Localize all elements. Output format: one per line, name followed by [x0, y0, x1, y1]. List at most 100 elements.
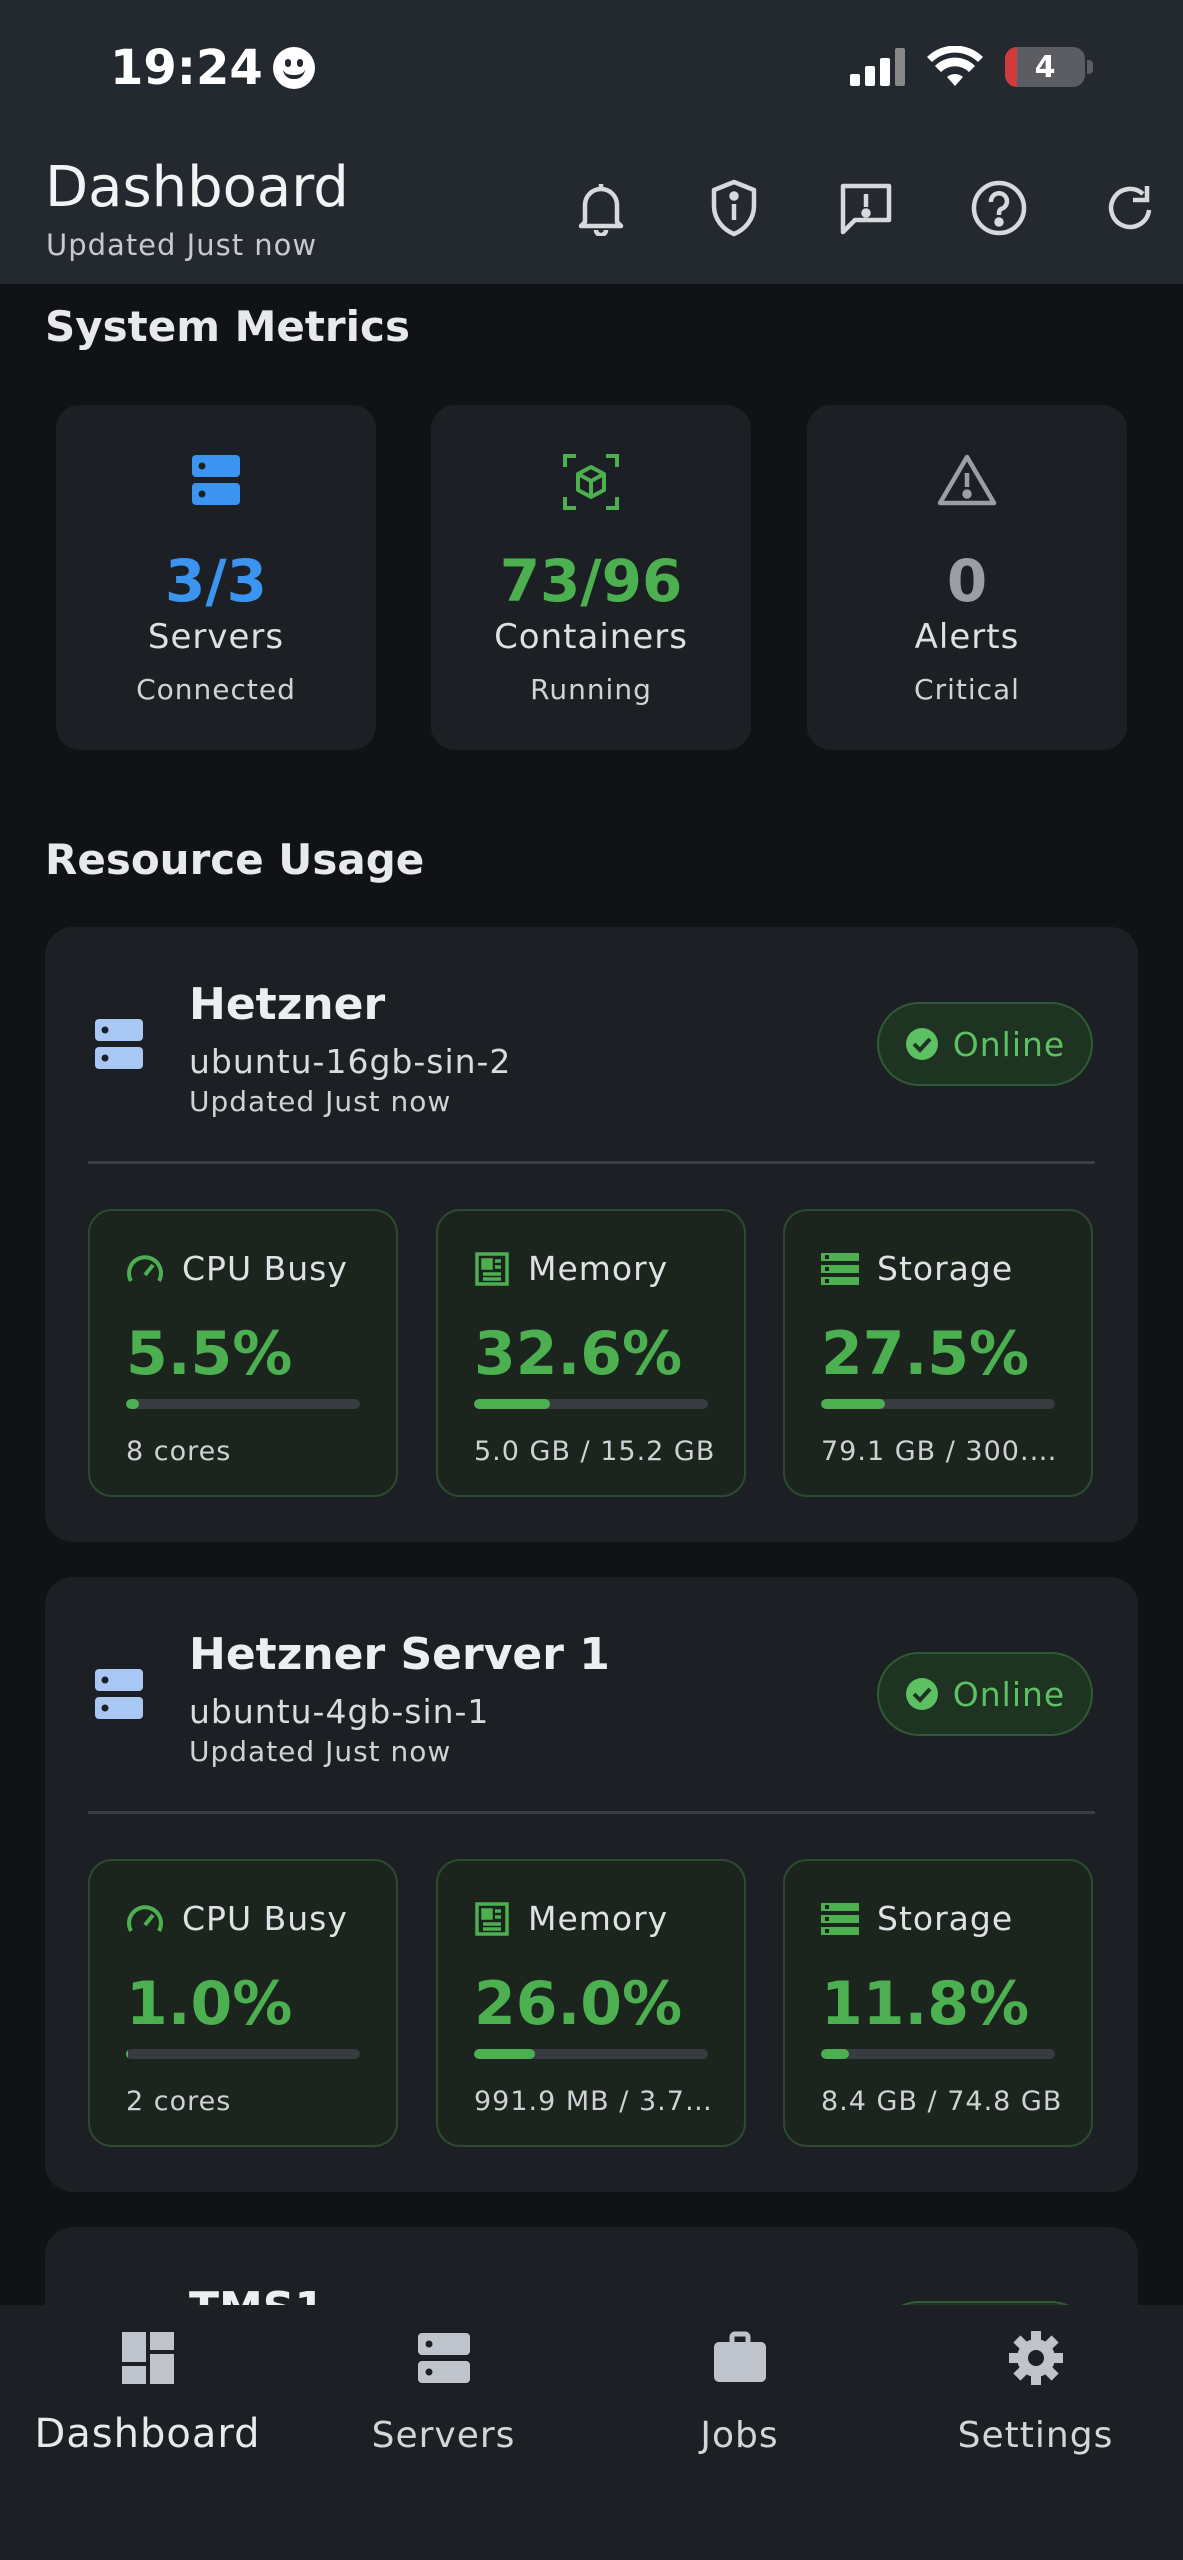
progress-fill — [474, 1399, 551, 1409]
page-title: Dashboard — [45, 155, 349, 220]
app-header: 19:24 4 Dashboard Updated Just now — [0, 0, 1183, 284]
containers-metric-card[interactable]: 73/96 Containers Running — [431, 405, 751, 750]
server-icon — [296, 2330, 591, 2386]
servers-metric-card[interactable]: 3/3 Servers Connected — [56, 405, 376, 750]
nav-label: Jobs — [700, 2415, 779, 2456]
cpu-stat: CPU Busy 1.0% 2 cores — [88, 1859, 398, 2147]
nav-jobs[interactable]: Jobs — [592, 2305, 887, 2560]
progress-bar — [474, 2049, 708, 2059]
nav-settings[interactable]: Settings — [888, 2305, 1183, 2560]
clock: 19:24 — [110, 40, 263, 96]
progress-fill — [821, 2049, 849, 2059]
containers-label: Containers — [494, 617, 688, 657]
stat-detail: 2 cores — [126, 2086, 232, 2117]
progress-bar — [126, 2049, 360, 2059]
stat-value: 32.6% — [474, 1319, 683, 1389]
progress-bar — [821, 2049, 1055, 2059]
nav-servers[interactable]: Servers — [296, 2305, 591, 2560]
refresh-icon[interactable] — [1093, 170, 1169, 246]
status-bar-time: 19:24 — [110, 40, 315, 96]
divider — [88, 1161, 1095, 1164]
storage-icon — [821, 1902, 859, 1935]
memory-icon — [475, 1901, 509, 1936]
stat-label: CPU Busy — [182, 1899, 348, 1938]
status-text: Online — [952, 1674, 1066, 1714]
stat-detail: 8 cores — [126, 1436, 232, 1467]
speedometer-icon — [127, 1254, 163, 1282]
progress-fill — [474, 2049, 535, 2059]
alerts-count: 0 — [946, 547, 988, 615]
battery-cap — [1087, 60, 1093, 74]
stat-label: Memory — [528, 1249, 669, 1288]
progress-bar — [474, 1399, 708, 1409]
server-card-hetzner[interactable]: Hetzner ubuntu-16gb-sin-2 Updated Just n… — [45, 927, 1138, 1542]
status-badge: Online — [877, 1002, 1093, 1086]
check-circle-icon — [905, 1678, 938, 1710]
bell-icon[interactable] — [563, 170, 639, 246]
stat-label: Memory — [528, 1899, 669, 1938]
container-icon — [431, 453, 751, 511]
server-hostname: ubuntu-16gb-sin-2 — [189, 1042, 512, 1081]
servers-sub: Connected — [136, 673, 296, 706]
progress-bar — [821, 1399, 1055, 1409]
bottom-navigation: Dashboard Servers Jobs Settings — [0, 2305, 1183, 2560]
memory-stat: Memory 32.6% 5.0 GB / 15.2 GB — [436, 1209, 746, 1497]
server-icon — [93, 1017, 145, 1075]
gear-icon — [888, 2330, 1183, 2386]
cpu-stat: CPU Busy 5.5% 8 cores — [88, 1209, 398, 1497]
containers-count: 73/96 — [499, 547, 683, 615]
battery-level: 4 — [1034, 49, 1056, 85]
status-text: Online — [952, 1024, 1066, 1064]
progress-bar — [126, 1399, 360, 1409]
memory-stat: Memory 26.0% 991.9 MB / 3.7 … — [436, 1859, 746, 2147]
shield-info-icon[interactable] — [696, 170, 772, 246]
server-card-hetzner-server-1[interactable]: Hetzner Server 1 ubuntu-4gb-sin-1 Update… — [45, 1577, 1138, 2192]
help-icon[interactable] — [961, 170, 1037, 246]
alerts-label: Alerts — [914, 617, 1020, 657]
progress-fill — [821, 1399, 886, 1409]
progress-fill — [126, 2049, 129, 2059]
stat-value: 11.8% — [821, 1969, 1030, 2039]
wifi-icon — [927, 46, 983, 86]
speedometer-icon — [127, 1904, 163, 1932]
nav-label: Dashboard — [34, 2411, 261, 2457]
stat-detail: 8.4 GB / 74.8 GB — [821, 2086, 1063, 2117]
briefcase-icon — [592, 2330, 887, 2386]
stat-label: Storage — [877, 1899, 1014, 1938]
server-updated: Updated Just now — [189, 1085, 452, 1118]
smiley-icon — [272, 47, 315, 89]
stat-detail: 79.1 GB / 300.2… — [821, 1436, 1066, 1467]
storage-stat: Storage 27.5% 79.1 GB / 300.2… — [783, 1209, 1093, 1497]
status-bar-indicators: 4 — [850, 46, 1093, 88]
nav-label: Servers — [371, 2415, 516, 2456]
server-icon — [93, 1667, 145, 1725]
feedback-icon[interactable] — [828, 170, 904, 246]
memory-icon — [475, 1251, 509, 1286]
check-circle-icon — [905, 1028, 938, 1060]
stat-detail: 991.9 MB / 3.7 … — [474, 2086, 719, 2117]
cellular-signal-icon — [850, 48, 905, 86]
alerts-metric-card[interactable]: 0 Alerts Critical — [807, 405, 1127, 750]
nav-label: Settings — [957, 2415, 1114, 2456]
containers-sub: Running — [530, 673, 652, 706]
nav-dashboard[interactable]: Dashboard — [0, 2305, 295, 2560]
stat-value: 27.5% — [821, 1319, 1030, 1389]
stat-detail: 5.0 GB / 15.2 GB — [474, 1436, 716, 1467]
progress-fill — [126, 1399, 139, 1409]
stat-label: CPU Busy — [182, 1249, 348, 1288]
server-name: Hetzner Server 1 — [189, 1629, 610, 1680]
server-icon — [56, 453, 376, 507]
alerts-sub: Critical — [914, 673, 1020, 706]
server-updated: Updated Just now — [189, 1735, 452, 1768]
stat-label: Storage — [877, 1249, 1014, 1288]
warning-icon — [807, 453, 1127, 507]
storage-icon — [821, 1252, 859, 1285]
dashboard-icon — [0, 2330, 295, 2386]
servers-count: 3/3 — [165, 547, 267, 615]
system-metrics-title: System Metrics — [45, 302, 410, 351]
server-name: Hetzner — [189, 979, 386, 1030]
page-updated-text: Updated Just now — [46, 228, 318, 262]
servers-label: Servers — [147, 617, 285, 657]
divider — [88, 1811, 1095, 1814]
status-badge: Online — [877, 1652, 1093, 1736]
